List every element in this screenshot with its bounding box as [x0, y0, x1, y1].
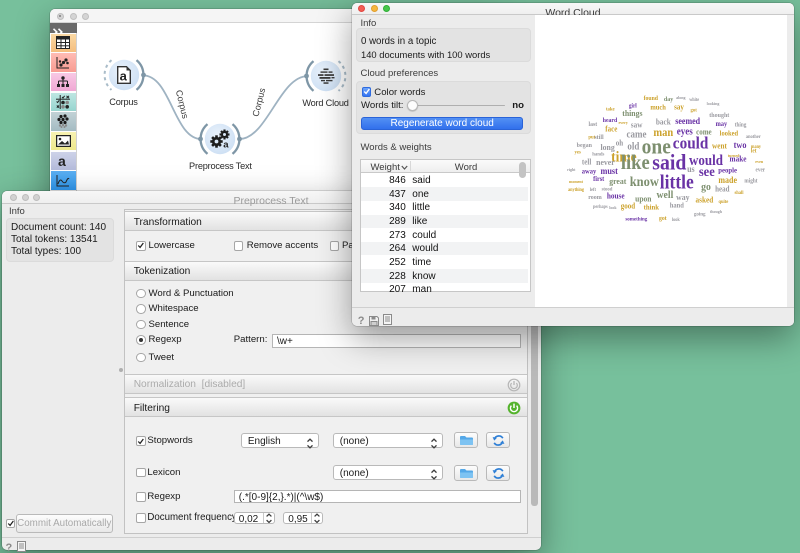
- svg-text:a: a: [119, 68, 127, 83]
- svg-text:a: a: [224, 139, 230, 150]
